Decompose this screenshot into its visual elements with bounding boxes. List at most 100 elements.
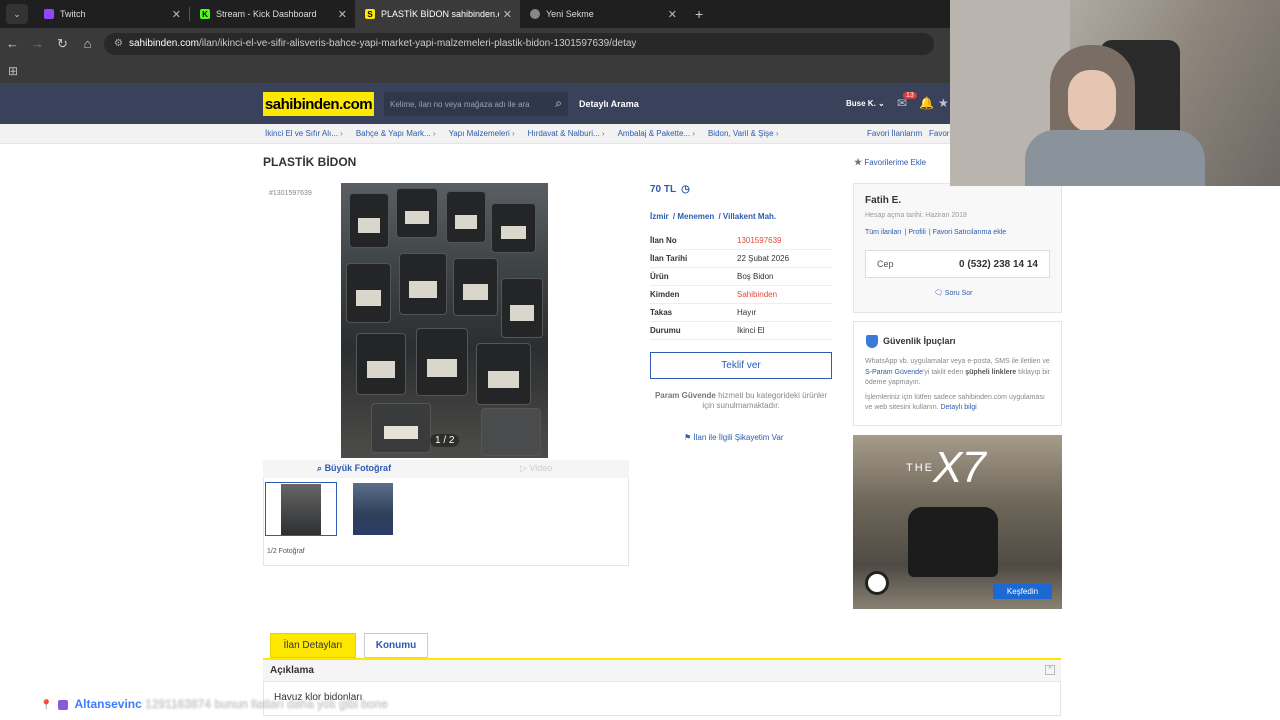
favorite-link[interactable]: Favori bbox=[929, 129, 951, 138]
safety-tips-title: Güvenlik İpuçları bbox=[866, 335, 956, 348]
info-key: İlan No bbox=[650, 236, 677, 245]
favorite-listings-link[interactable]: Favori İlanlarım bbox=[867, 129, 922, 138]
detailed-search-link[interactable]: Detaylı Arama bbox=[579, 99, 639, 109]
param-guvende-note: Param Güvende hizmeti bu kategorideki ür… bbox=[650, 391, 832, 411]
reload-icon[interactable]: ↻ bbox=[50, 36, 75, 52]
kick-icon: K bbox=[200, 9, 210, 19]
breadcrumb-item[interactable]: Hırdavat & Nalburi... bbox=[528, 129, 605, 138]
breadcrumb-item[interactable]: Bidon, Varil & Şişe bbox=[708, 129, 779, 138]
breadcrumb-item[interactable]: Yapı Malzemeleri bbox=[449, 129, 515, 138]
ad-cta-button[interactable]: Keşfedin bbox=[993, 583, 1052, 599]
user-menu[interactable]: Buse K. ⌄ bbox=[846, 99, 885, 108]
report-listing-link[interactable]: ⚑ İlan ile İlgili Şikayetim Var bbox=[684, 433, 784, 442]
bell-icon[interactable]: 🔔 bbox=[919, 96, 934, 110]
shield-icon bbox=[866, 335, 878, 348]
breadcrumb-item[interactable]: Bahçe & Yapı Mark... bbox=[356, 129, 436, 138]
thumbnail-1[interactable] bbox=[265, 482, 337, 536]
add-favorite-button[interactable]: ★ Favorilerime Ekle bbox=[854, 157, 926, 168]
url-path: /ilan/ikinci-el-ve-sifir-alisveris-bahce… bbox=[199, 38, 637, 49]
tab-listing-details[interactable]: İlan Detayları bbox=[270, 633, 356, 658]
breadcrumb-item[interactable]: İkinci El ve Sıfır Alı... bbox=[265, 129, 343, 138]
all-listings-link[interactable]: Tüm ilanları bbox=[865, 229, 902, 236]
info-row: İlan No 1301597639 bbox=[650, 232, 832, 250]
home-icon[interactable]: ⌂ bbox=[75, 36, 100, 51]
thumbnail-2[interactable] bbox=[353, 483, 393, 535]
location-city[interactable]: İzmir bbox=[650, 212, 669, 221]
breadcrumb-item[interactable]: Ambalaj & Pakette... bbox=[618, 129, 695, 138]
collapse-icon[interactable]: ^ bbox=[1045, 665, 1055, 675]
site-info-icon[interactable]: ⚙ bbox=[114, 38, 123, 49]
param-note-text: hizmeti bu kategorideki ürünler için sun… bbox=[702, 391, 828, 410]
report-label: İlan ile İlgili Şikayetim Var bbox=[693, 433, 784, 442]
tab-label: Yeni Sekme bbox=[546, 9, 594, 19]
close-tab-icon[interactable]: ✕ bbox=[503, 8, 512, 21]
new-tab-button[interactable]: + bbox=[695, 6, 703, 22]
video-label: Video bbox=[529, 463, 553, 473]
safety-text: WhatsApp vb. uygulamalar veya e-posta, S… bbox=[865, 358, 1050, 365]
url-input[interactable]: ⚙ sahibinden.com/ilan/ikinci-el-ve-sifir… bbox=[104, 32, 934, 55]
browser-tab-new[interactable]: Yeni Sekme ✕ bbox=[520, 0, 685, 28]
info-key: Takas bbox=[650, 308, 673, 317]
browser-tab-kick[interactable]: K Stream - Kick Dashboard ✕ bbox=[190, 0, 355, 28]
photo-counter: 1 / 2 bbox=[430, 434, 460, 447]
apps-grid-icon[interactable]: ⊞ bbox=[8, 64, 18, 78]
main-photo[interactable] bbox=[341, 183, 548, 458]
zoom-icon: ⌕ bbox=[317, 463, 323, 473]
phone-box[interactable]: Cep 0 (532) 238 14 14 bbox=[865, 250, 1050, 278]
car-image bbox=[908, 507, 998, 577]
info-key: Kimden bbox=[650, 290, 680, 299]
search-icon[interactable]: ⌕ bbox=[555, 96, 562, 111]
info-value: Hayır bbox=[737, 308, 757, 317]
ask-question-link[interactable]: 🗨 Soru Sor bbox=[934, 289, 972, 297]
safety-tips-text: WhatsApp vb. uygulamalar veya e-posta, S… bbox=[865, 357, 1050, 414]
info-key: İlan Tarihi bbox=[650, 254, 688, 263]
location-district[interactable]: Menemen bbox=[677, 212, 714, 221]
info-value: Boş Bidon bbox=[737, 272, 774, 281]
twitch-icon bbox=[44, 9, 54, 19]
favorite-seller-link[interactable]: Favori Satıcılarıma ekle bbox=[933, 229, 1007, 236]
sahibinden-icon: S bbox=[365, 9, 375, 19]
close-tab-icon[interactable]: ✕ bbox=[172, 8, 181, 21]
close-tab-icon[interactable]: ✕ bbox=[668, 8, 677, 21]
flag-icon: ⚑ bbox=[684, 433, 692, 442]
ad-the-text: THE bbox=[906, 462, 934, 474]
search-input[interactable]: Kelime, ilan no veya mağaza adı ile ara … bbox=[384, 92, 568, 116]
price-history-icon[interactable]: ◷ bbox=[681, 184, 690, 195]
ad-model-text: X7 bbox=[933, 443, 986, 492]
chevron-down-icon: ⌄ bbox=[878, 99, 885, 108]
browser-tab-bar: ⌄ Twitch ✕ K Stream - Kick Dashboard ✕ S… bbox=[0, 0, 950, 28]
profile-link[interactable]: Profili bbox=[908, 229, 926, 236]
site-logo[interactable]: sahibinden.com bbox=[263, 92, 374, 116]
safety-text: 'yi taklit eden bbox=[922, 368, 966, 376]
star-icon[interactable]: ★ bbox=[938, 96, 949, 110]
forward-arrow-icon[interactable]: → bbox=[25, 36, 50, 51]
safety-title-text: Güvenlik İpuçları bbox=[883, 335, 956, 346]
browser-tab-sahibinden[interactable]: S PLASTİK BİDON sahibinden.com ✕ bbox=[355, 0, 520, 28]
close-tab-icon[interactable]: ✕ bbox=[338, 8, 347, 21]
chat-message: 1291163874 bunun fiatları daha yok gibi … bbox=[145, 697, 388, 711]
url-host: sahibinden.com bbox=[128, 38, 200, 49]
chat-overlay-message: 📍 Altansevinc 1291163874 bunun fiatları d… bbox=[40, 697, 388, 711]
tab-location[interactable]: Konumu bbox=[364, 633, 428, 658]
browser-tab-twitch[interactable]: Twitch ✕ bbox=[34, 0, 189, 28]
detail-info-link[interactable]: Detaylı bilgi bbox=[940, 404, 976, 411]
globe-icon bbox=[530, 9, 540, 19]
make-offer-button[interactable]: Teklif ver bbox=[650, 352, 832, 379]
message-count-badge: 13 bbox=[903, 92, 917, 99]
description-title: Açıklama bbox=[270, 665, 314, 676]
video-button[interactable]: ▷ Video bbox=[520, 463, 552, 474]
chat-username: Altansevinc bbox=[74, 697, 142, 711]
info-row: Ürün Boş Bidon bbox=[650, 268, 832, 286]
location-neighborhood[interactable]: Villakent Mah. bbox=[723, 212, 776, 221]
big-photo-button[interactable]: ⌕ Büyük Fotoğraf bbox=[317, 463, 391, 474]
webcam-overlay bbox=[950, 0, 1280, 186]
safety-link[interactable]: S-Param Güvende bbox=[865, 369, 923, 376]
address-bar-row: ← → ↻ ⌂ ⚙ sahibinden.com/ilan/ikinci-el-… bbox=[0, 28, 950, 59]
back-arrow-icon[interactable]: ← bbox=[0, 36, 25, 51]
tab-search-button[interactable]: ⌄ bbox=[6, 4, 28, 24]
seller-name[interactable]: Fatih E. bbox=[865, 195, 901, 206]
info-value: İkinci El bbox=[737, 326, 765, 335]
tab-label: Twitch bbox=[60, 9, 86, 19]
price-value: 70 TL bbox=[650, 184, 677, 195]
info-value: Sahibinden bbox=[737, 290, 778, 299]
